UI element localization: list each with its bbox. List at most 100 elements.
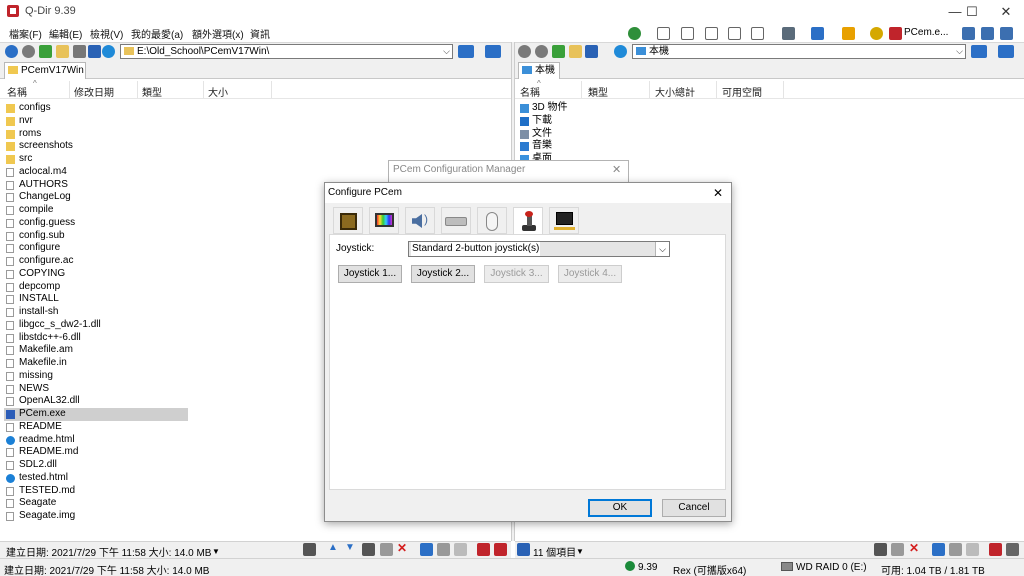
file-row[interactable]: missing bbox=[4, 370, 188, 383]
mail-icon[interactable] bbox=[891, 543, 904, 556]
delete-icon[interactable]: ✕ bbox=[909, 541, 919, 555]
file-row[interactable]: SDL2.dll bbox=[4, 459, 188, 472]
favorites-icon[interactable] bbox=[842, 27, 855, 40]
ok-button[interactable]: OK bbox=[588, 499, 652, 517]
close-icon[interactable]: ✕ bbox=[612, 163, 621, 176]
file-row[interactable]: PCem.exe bbox=[4, 408, 188, 421]
col-type[interactable]: 類型 bbox=[588, 84, 608, 99]
file-row[interactable]: AUTHORS bbox=[4, 179, 188, 192]
col-free-space[interactable]: 可用空間 bbox=[722, 84, 762, 99]
tab-this-pc[interactable]: 本機 bbox=[518, 62, 560, 79]
refresh-icon[interactable] bbox=[102, 45, 115, 58]
file-row[interactable]: README bbox=[4, 421, 188, 434]
menu-file[interactable]: 檔案(F) bbox=[9, 26, 42, 41]
layout-icon[interactable] bbox=[657, 27, 670, 40]
file-row[interactable]: OpenAL32.dll bbox=[4, 395, 188, 408]
col-type[interactable]: 類型 bbox=[142, 84, 162, 99]
view-icon[interactable] bbox=[88, 45, 101, 58]
file-row[interactable]: Seagate bbox=[4, 497, 188, 510]
rename-icon[interactable] bbox=[989, 543, 1002, 556]
col-separator[interactable] bbox=[783, 81, 784, 98]
file-row[interactable]: TESTED.md bbox=[4, 485, 188, 498]
file-row[interactable]: readme.html bbox=[4, 434, 188, 447]
menu-info[interactable]: 資訊 bbox=[250, 26, 270, 41]
right-view-mode-icon[interactable] bbox=[971, 45, 987, 58]
file-row[interactable]: Makefile.in bbox=[4, 357, 188, 370]
col-separator[interactable] bbox=[716, 81, 717, 98]
cancel-button[interactable]: Cancel bbox=[662, 499, 726, 517]
tab-joystick[interactable] bbox=[513, 207, 543, 236]
file-row[interactable]: depcomp bbox=[4, 281, 188, 294]
file-row[interactable]: src bbox=[4, 153, 188, 166]
file-row[interactable]: aclocal.m4 bbox=[4, 166, 188, 179]
col-name[interactable]: 名稱 bbox=[7, 84, 27, 99]
forward-icon[interactable] bbox=[22, 45, 35, 58]
file-row[interactable]: nvr bbox=[4, 115, 188, 128]
tab-hard-disk[interactable] bbox=[441, 207, 471, 234]
back-icon[interactable] bbox=[518, 45, 531, 58]
col-modified[interactable]: 修改日期 bbox=[74, 84, 114, 99]
joystick-1-button[interactable]: Joystick 1... bbox=[338, 265, 402, 283]
paste-icon[interactable] bbox=[966, 543, 979, 556]
up-icon[interactable] bbox=[552, 45, 565, 58]
menu-extras[interactable]: 額外選項(x) bbox=[192, 26, 244, 41]
chevron-down-icon[interactable]: ▼ bbox=[576, 547, 584, 556]
left-view-mode-icon[interactable] bbox=[458, 45, 474, 58]
file-row[interactable]: libstdc++-6.dll bbox=[4, 332, 188, 345]
col-size[interactable]: 大小 bbox=[208, 84, 228, 99]
joystick-4-button[interactable]: Joystick 4... bbox=[558, 265, 622, 283]
copy-icon[interactable] bbox=[437, 543, 450, 556]
layout-split-icon[interactable] bbox=[705, 27, 718, 40]
info-icon[interactable] bbox=[1000, 27, 1013, 40]
list-item[interactable]: 文件 bbox=[519, 128, 552, 141]
lightning-icon[interactable] bbox=[362, 543, 375, 556]
col-separator[interactable] bbox=[137, 81, 138, 98]
rename-icon[interactable] bbox=[477, 543, 490, 556]
dialog-close-button[interactable]: ✕ bbox=[713, 186, 723, 200]
close-button[interactable]: ✕ bbox=[986, 0, 1024, 23]
close-pane-icon[interactable] bbox=[494, 543, 507, 556]
file-row[interactable]: INSTALL bbox=[4, 293, 188, 306]
tools-icon[interactable] bbox=[303, 543, 316, 556]
monitor-icon[interactable] bbox=[782, 27, 795, 40]
tree-icon[interactable] bbox=[962, 27, 975, 40]
left-address-bar[interactable]: E:\Old_School\PCemV17Win\ ⌵ bbox=[120, 44, 453, 59]
globe-icon[interactable] bbox=[628, 27, 641, 40]
chevron-down-icon[interactable]: ⌵ bbox=[655, 242, 669, 256]
up-icon[interactable] bbox=[39, 45, 52, 58]
tab-machine[interactable] bbox=[333, 207, 363, 234]
list-item[interactable]: 3D 物件 bbox=[519, 102, 568, 115]
cut-icon[interactable] bbox=[932, 543, 945, 556]
file-row[interactable]: config.guess bbox=[4, 217, 188, 230]
delete-icon[interactable]: ✕ bbox=[397, 541, 407, 555]
file-row[interactable]: ChangeLog bbox=[4, 191, 188, 204]
joystick-3-button[interactable]: Joystick 3... bbox=[484, 265, 549, 283]
paste-icon[interactable] bbox=[454, 543, 467, 556]
tab-pcemv17win[interactable]: PCemV17Win bbox=[4, 62, 86, 79]
menu-favorites[interactable]: 我的最愛(a) bbox=[131, 26, 183, 41]
view-icon[interactable] bbox=[517, 543, 530, 556]
left-pane-menu-icon[interactable] bbox=[485, 45, 501, 58]
new-folder-icon[interactable] bbox=[569, 45, 582, 58]
file-row[interactable]: configure bbox=[4, 242, 188, 255]
menu-view[interactable]: 檢視(V) bbox=[90, 26, 123, 41]
copy-icon[interactable] bbox=[949, 543, 962, 556]
list-item[interactable]: 音樂 bbox=[519, 140, 552, 153]
file-row[interactable]: configs bbox=[4, 102, 188, 115]
tab-mouse[interactable] bbox=[477, 207, 507, 234]
tab-display[interactable] bbox=[369, 207, 399, 234]
file-row[interactable]: Makefile.am bbox=[4, 344, 188, 357]
mail-icon[interactable] bbox=[380, 543, 393, 556]
col-separator[interactable] bbox=[69, 81, 70, 98]
move-up-icon[interactable]: ▲ bbox=[328, 542, 338, 553]
file-row[interactable]: README.md bbox=[4, 446, 188, 459]
file-row[interactable]: compile bbox=[4, 204, 188, 217]
col-separator[interactable] bbox=[649, 81, 650, 98]
tab-network[interactable] bbox=[549, 207, 579, 234]
file-row[interactable]: Seagate.img bbox=[4, 510, 188, 523]
right-address-bar[interactable]: 本機 ⌵ bbox=[632, 44, 966, 59]
back-icon[interactable] bbox=[5, 45, 18, 58]
move-down-icon[interactable]: ▼ bbox=[345, 542, 355, 553]
tools-icon[interactable] bbox=[73, 45, 86, 58]
chevron-down-icon[interactable]: ⌵ bbox=[443, 45, 450, 58]
